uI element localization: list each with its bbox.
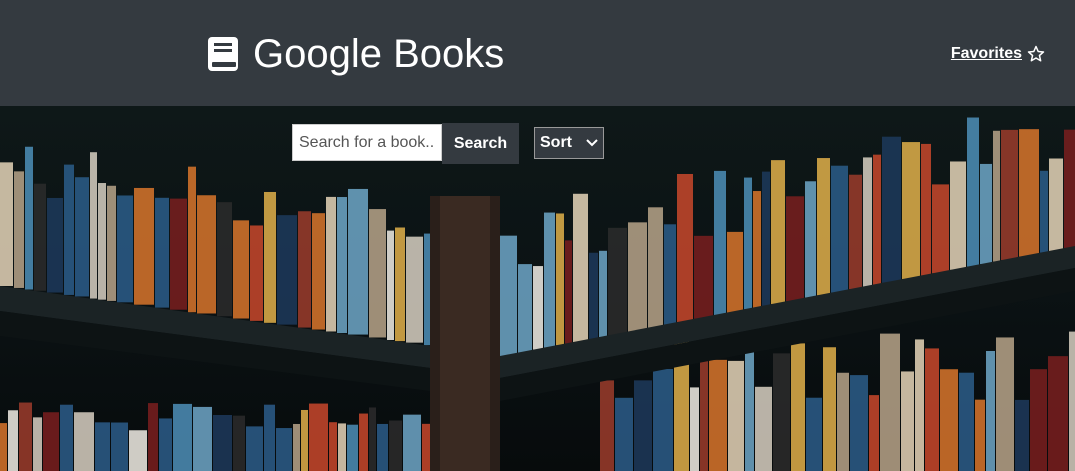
sort-dropdown[interactable]: Sort <box>534 127 604 159</box>
search-input[interactable] <box>292 124 442 161</box>
brand-link[interactable]: Google Books <box>208 30 504 78</box>
star-outline-icon <box>1027 45 1045 62</box>
chevron-down-icon <box>586 139 598 147</box>
favorites-label: Favorites <box>950 45 1022 62</box>
sort-selected: Sort <box>540 134 572 151</box>
favorites-link[interactable]: Favorites <box>951 45 1045 63</box>
book-icon <box>208 37 238 71</box>
search-bar: Search <box>292 123 519 164</box>
brand-title: Google Books <box>253 31 505 76</box>
navbar: Google Books Favorites <box>0 0 1075 106</box>
hero-bookshelf-background <box>0 106 1075 471</box>
search-button[interactable]: Search <box>442 123 519 164</box>
bookshelf-background-image <box>0 117 1075 471</box>
